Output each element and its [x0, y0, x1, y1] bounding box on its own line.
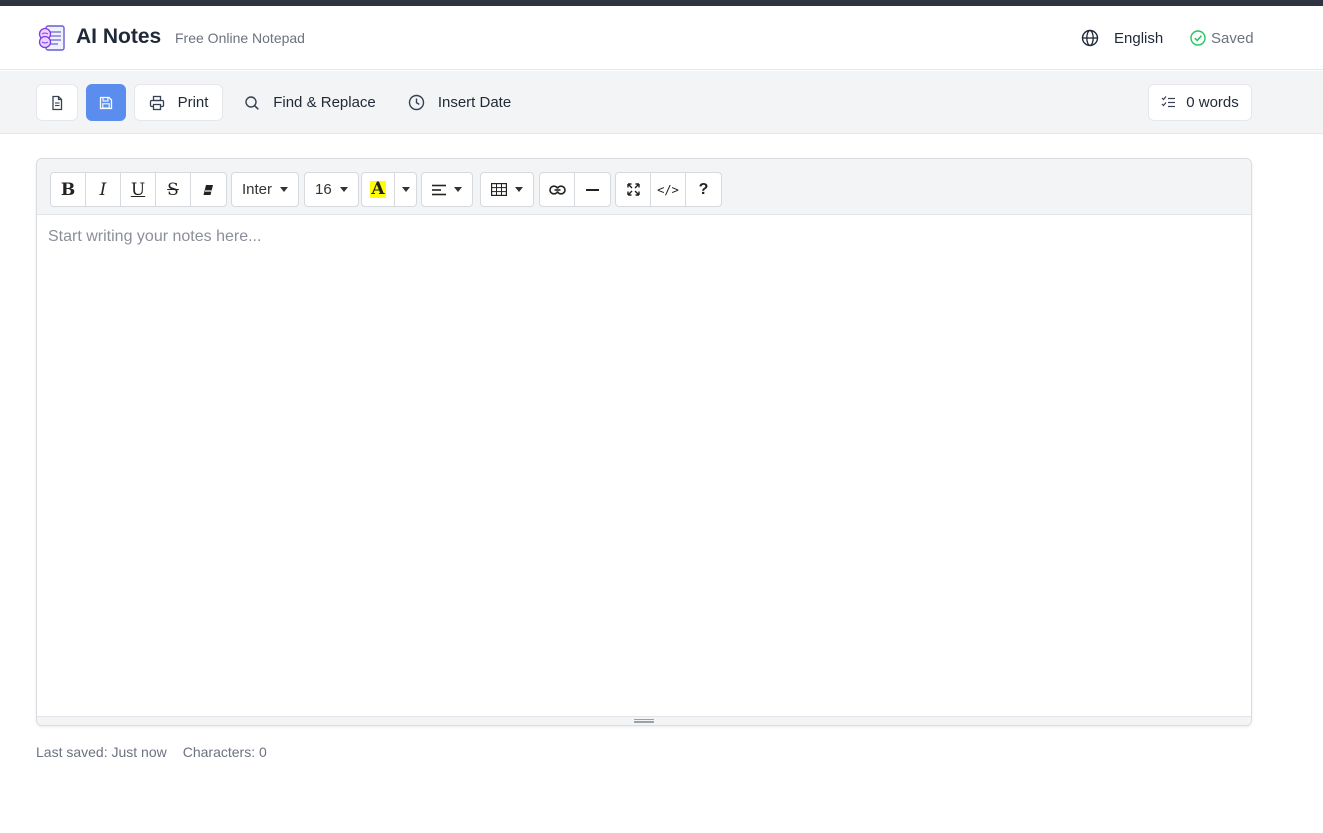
character-count: Characters: 0: [182, 744, 267, 760]
print-label: Print: [177, 94, 209, 111]
find-replace-button[interactable]: Find & Replace: [235, 84, 385, 121]
view-group: </> ?: [615, 172, 722, 207]
document-icon: [52, 95, 63, 110]
rich-text-editor: B I U S Inter 16 A </> ? Start writing y…: [36, 158, 1252, 726]
app-title: AI Notes: [76, 25, 162, 48]
print-button[interactable]: Print: [134, 84, 223, 121]
resize-handle[interactable]: [37, 716, 1251, 725]
app-subtitle: Free Online Notepad: [175, 30, 305, 46]
insert-date-label: Insert Date: [437, 94, 512, 111]
last-saved-text: Last saved: Just now: [36, 744, 167, 760]
color-group: A: [361, 172, 417, 207]
caret-down-icon: [339, 187, 348, 192]
horizontal-rule-icon[interactable]: [575, 173, 610, 206]
eraser-icon[interactable]: [191, 173, 226, 206]
align-left-icon: [432, 184, 446, 195]
caret-down-icon: [280, 187, 289, 192]
font-size-dropdown[interactable]: 16: [304, 172, 359, 207]
word-count-button[interactable]: 0 words: [1148, 84, 1252, 121]
main-toolbar: Print Find & Replace Insert Date 0 words: [0, 71, 1323, 134]
word-count-label: 0 words: [1186, 94, 1239, 111]
table-icon: [491, 183, 507, 196]
find-replace-label: Find & Replace: [273, 94, 376, 111]
format-group: B I U S: [50, 172, 227, 207]
font-size-value: 16: [315, 181, 332, 198]
caret-down-icon: [454, 187, 462, 192]
table-dropdown[interactable]: [480, 172, 534, 207]
help-icon[interactable]: ?: [686, 173, 721, 206]
underline-icon[interactable]: U: [121, 173, 156, 206]
strikethrough-icon[interactable]: S: [156, 173, 191, 206]
app-header: AI Notes Free Online Notepad English Sav…: [0, 6, 1323, 70]
editor-toolbar: B I U S Inter 16 A </> ?: [37, 159, 1251, 215]
editor-content[interactable]: Start writing your notes here...: [37, 215, 1251, 716]
new-note-button[interactable]: [36, 84, 78, 121]
align-dropdown[interactable]: [421, 172, 473, 207]
insert-group: [539, 172, 611, 207]
insert-date-button[interactable]: Insert Date: [397, 84, 522, 121]
code-view-icon[interactable]: </>: [651, 173, 686, 206]
text-color-icon[interactable]: A: [362, 173, 395, 206]
globe-icon: [1081, 29, 1099, 47]
save-status: Saved: [1190, 28, 1254, 48]
editor-placeholder: Start writing your notes here...: [48, 228, 262, 245]
font-family-dropdown[interactable]: Inter: [231, 172, 300, 207]
checklist-icon: [1161, 96, 1176, 108]
language-selector[interactable]: English: [1081, 28, 1163, 48]
color-dropdown-caret-icon[interactable]: [395, 173, 416, 206]
brain-notebook-icon: [38, 25, 65, 51]
save-status-label: Saved: [1211, 29, 1254, 47]
grip-icon: [634, 719, 654, 723]
italic-icon[interactable]: I: [86, 173, 121, 206]
fullscreen-icon[interactable]: [616, 173, 651, 206]
caret-down-icon: [515, 187, 523, 192]
link-icon[interactable]: [540, 173, 575, 206]
bold-icon[interactable]: B: [51, 173, 86, 206]
font-family-value: Inter: [242, 181, 273, 198]
check-circle-icon: [1190, 30, 1206, 46]
save-icon: [99, 96, 113, 109]
save-button[interactable]: [86, 84, 126, 121]
language-label: English: [1114, 29, 1164, 47]
search-icon: [245, 95, 260, 110]
clock-icon: [408, 94, 425, 111]
printer-icon: [149, 95, 164, 110]
status-footer: Last saved: Just now Characters: 0: [36, 744, 267, 760]
